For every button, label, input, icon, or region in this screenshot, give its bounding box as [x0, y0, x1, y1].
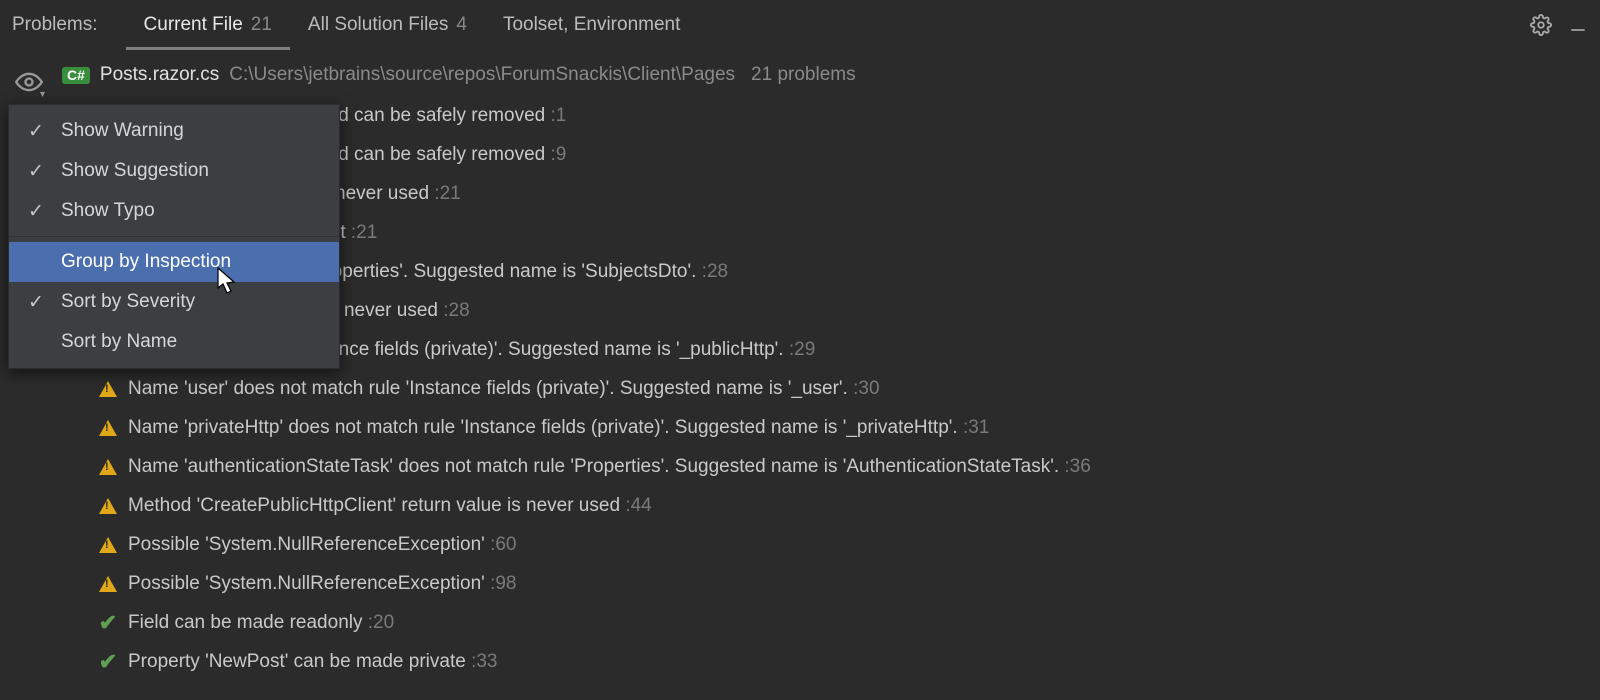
chevron-down-icon: ▾ — [40, 89, 45, 100]
problem-row[interactable]: Name 'authenticationStateTask' does not … — [98, 447, 1600, 486]
problem-row[interactable]: Possible 'System.NullReferenceException'… — [98, 564, 1600, 603]
problem-location: :33 — [466, 651, 498, 672]
problem-row[interactable]: ✔Property 'NewPost' can be made private … — [98, 642, 1600, 681]
menu-item[interactable]: ✓ Show Warning — [9, 111, 339, 151]
problem-location: :21 — [346, 222, 378, 243]
check-icon: ✓ — [23, 120, 49, 143]
file-header: C# Posts.razor.cs C:\Users\jetbrains\sou… — [58, 64, 1600, 86]
problem-row[interactable]: Name 'privateHttp' does not match rule '… — [98, 408, 1600, 447]
tab-all-solution-files[interactable]: All Solution Files 4 — [290, 0, 485, 50]
tab-label: Current File — [144, 14, 243, 36]
menu-item-label: Group by Inspection — [61, 251, 231, 273]
menu-item[interactable]: Sort by Name — [9, 322, 339, 362]
warning-icon — [98, 535, 118, 555]
menu-item[interactable]: Group by Inspection — [9, 242, 339, 282]
menu-item-label: Sort by Name — [61, 331, 177, 353]
problem-message: Property 'NewPost' can be made private — [128, 651, 466, 672]
problem-message: Possible 'System.NullReferenceException' — [128, 573, 485, 594]
tab-toolset-environment[interactable]: Toolset, Environment — [485, 0, 698, 50]
problem-message: Name 'authenticationStateTask' does not … — [128, 456, 1059, 477]
problem-message: Name 'privateHttp' does not match rule '… — [128, 417, 958, 438]
tab-label: All Solution Files — [308, 14, 448, 36]
menu-item-label: Show Typo — [61, 200, 155, 222]
check-icon: ✔ — [98, 652, 118, 672]
problem-count: 21 problems — [751, 64, 856, 86]
problem-row[interactable]: ✔ Field can be made readonly :20 — [98, 603, 1600, 642]
check-icon: ✓ — [23, 200, 49, 223]
tab-count: 21 — [251, 14, 272, 36]
tab-count: 4 — [456, 14, 467, 36]
menu-separator — [9, 236, 339, 237]
problem-location: :44 — [620, 495, 652, 516]
csharp-badge-icon: C# — [62, 67, 90, 84]
problem-message: Field can be made readonly — [128, 612, 362, 633]
problem-location: :9 — [545, 144, 566, 165]
gear-icon[interactable] — [1530, 14, 1552, 36]
warning-icon — [98, 574, 118, 594]
problem-location: :98 — [485, 573, 517, 594]
problem-message: Method 'CreatePublicHttpClient' return v… — [128, 495, 620, 516]
check-icon: ✓ — [23, 291, 49, 314]
minimize-icon[interactable] — [1568, 15, 1588, 35]
warning-icon — [98, 379, 118, 399]
menu-item-label: Show Suggestion — [61, 160, 209, 182]
problem-location: :28 — [696, 261, 728, 282]
problem-location: :29 — [784, 339, 816, 360]
view-options-button[interactable]: ▾ — [15, 72, 43, 98]
problems-toolbar: Problems: Current File 21 All Solution F… — [0, 0, 1600, 50]
problem-location: :20 — [362, 612, 394, 633]
toolbar-label: Problems: — [12, 14, 98, 36]
problem-location: :28 — [438, 300, 470, 321]
problem-location: :60 — [485, 534, 517, 555]
warning-icon — [98, 496, 118, 516]
menu-item[interactable]: ✓ Show Typo — [9, 191, 339, 231]
warning-icon — [98, 457, 118, 477]
file-path: C:\Users\jetbrains\source\repos\ForumSna… — [229, 64, 735, 86]
tab-label: Toolset, Environment — [503, 14, 680, 36]
menu-item[interactable]: ✓ Sort by Severity — [9, 282, 339, 322]
problem-location: :1 — [545, 105, 566, 126]
problem-location: :36 — [1059, 456, 1091, 477]
file-name: Posts.razor.cs — [100, 64, 219, 86]
problem-message: Name 'user' does not match rule 'Instanc… — [128, 378, 848, 399]
menu-item[interactable]: ✓ Show Suggestion — [9, 151, 339, 191]
check-icon: ✓ — [23, 160, 49, 183]
view-options-menu: ✓Show Warning✓Show Suggestion✓Show Typo … — [8, 104, 340, 369]
menu-item-label: Sort by Severity — [61, 291, 195, 313]
problem-location: :30 — [848, 378, 880, 399]
problem-row[interactable]: Name 'user' does not match rule 'Instanc… — [98, 369, 1600, 408]
check-icon: ✔ — [98, 613, 118, 633]
problem-location: :21 — [429, 183, 461, 204]
problem-location: :31 — [958, 417, 990, 438]
warning-icon — [98, 418, 118, 438]
problem-row[interactable]: Possible 'System.NullReferenceException'… — [98, 525, 1600, 564]
menu-item-label: Show Warning — [61, 120, 184, 142]
problem-message: Possible 'System.NullReferenceException' — [128, 534, 485, 555]
problem-row[interactable]: Method 'CreatePublicHttpClient' return v… — [98, 486, 1600, 525]
tab-current-file[interactable]: Current File 21 — [126, 0, 290, 50]
